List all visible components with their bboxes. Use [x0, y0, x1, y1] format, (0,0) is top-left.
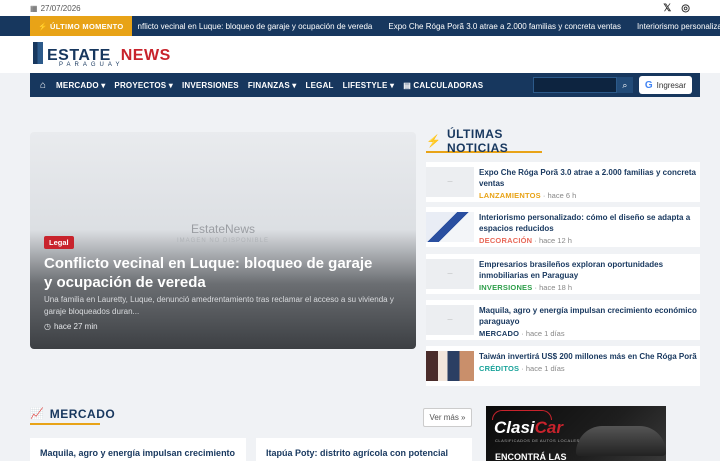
news-thumbnail: —: [426, 259, 474, 289]
ad-tagline: CLASIFICADOS DE AUTOS LOCALES: [495, 438, 580, 443]
news-item[interactable]: — Empresarios brasileños exploran oportu…: [426, 254, 700, 294]
news-time: hace 1 días: [525, 364, 565, 373]
mercado-card-title[interactable]: Itapúa Poty: distrito agrícola con poten…: [266, 448, 448, 458]
ticker-item[interactable]: Expo Che Róga Porã 3.0 atrae a 2.000 fam…: [388, 22, 621, 31]
clasicar-ad-banner[interactable]: ClasiCar CLASIFICADOS DE AUTOS LOCALES E…: [486, 406, 666, 461]
news-thumbnail: [426, 212, 474, 242]
hero-title[interactable]: Conflicto vecinal en Luque: bloqueo de g…: [44, 254, 374, 292]
bolt-icon: ⚡: [426, 133, 441, 148]
breaking-news-bar: ⚡ ÚLTIMO MOMENTO nflicto vecinal en Luqu…: [0, 16, 720, 36]
logo-word-news: NEWS: [120, 47, 171, 64]
breaking-ticker: nflicto vecinal en Luque: bloqueo de gar…: [132, 22, 720, 31]
top-bar: ▦ 27/07/2026 𝕏 ◎: [0, 0, 720, 16]
news-category[interactable]: MERCADO: [479, 329, 519, 338]
nav-item-proyectos[interactable]: PROYECTOS ▾: [114, 81, 173, 90]
nav-item-legal[interactable]: LEGAL: [306, 81, 334, 90]
building-logo-icon: [33, 42, 43, 64]
news-title[interactable]: Taiwán invertirá US$ 200 millones más en…: [479, 351, 697, 362]
search-input[interactable]: [532, 77, 617, 93]
home-icon[interactable]: ⌂: [40, 80, 46, 91]
login-label: Ingresar: [656, 80, 686, 90]
search-icon[interactable]: ⌕: [616, 77, 633, 93]
x-icon[interactable]: 𝕏: [663, 3, 671, 14]
mercado-card[interactable]: Itapúa Poty: distrito agrícola con poten…: [256, 438, 472, 461]
news-meta: INVERSIONES · hace 18 h: [479, 283, 573, 292]
news-meta: MERCADO · hace 1 días: [479, 329, 565, 338]
search-form: ⌕: [532, 77, 633, 93]
see-more-button[interactable]: Ver más »: [423, 408, 472, 427]
hero-excerpt: Una familia en Lauretty, Luque, denunció…: [44, 295, 394, 316]
news-meta: CRÉDITOS · hace 1 días: [479, 364, 565, 373]
ticker-item[interactable]: Interiorismo personalizado: [637, 22, 720, 31]
site-header: ESTATE NEWS PARAGUAY: [0, 36, 720, 73]
news-meta: DECORACIÓN · hace 12 h: [479, 236, 572, 245]
chart-line-icon: 📈: [30, 408, 44, 420]
current-date: 27/07/2026: [40, 3, 81, 13]
news-item[interactable]: Taiwán invertirá US$ 200 millones más en…: [426, 346, 700, 386]
login-button[interactable]: G Ingresar: [638, 76, 692, 94]
news-meta: LANZAMIENTOS · hace 6 h: [479, 191, 577, 200]
news-title[interactable]: Empresarios brasileños exploran oportuni…: [479, 259, 700, 281]
google-icon: G: [644, 79, 653, 91]
news-category[interactable]: LANZAMIENTOS: [479, 191, 541, 200]
calendar-icon: ▦: [30, 3, 38, 13]
news-category[interactable]: CRÉDITOS: [479, 364, 519, 373]
social-links: 𝕏 ◎: [663, 3, 690, 14]
nav-item-lifestyle[interactable]: LIFESTYLE ▾: [343, 81, 395, 90]
news-item[interactable]: — Expo Che Róga Porã 3.0 atrae a 2.000 f…: [426, 162, 700, 202]
breaking-label: ⚡ ÚLTIMO MOMENTO: [30, 16, 132, 36]
news-time: hace 6 h: [547, 191, 577, 200]
news-item[interactable]: Interiorismo personalizado: cómo el dise…: [426, 207, 700, 247]
logo-subtitle: PARAGUAY: [59, 62, 124, 68]
news-time: hace 1 días: [525, 329, 565, 338]
nav-item-mercado[interactable]: MERCADO ▾: [56, 81, 105, 90]
car-illustration: [576, 426, 666, 456]
news-time: hace 12 h: [538, 236, 572, 245]
date-display: ▦ 27/07/2026: [30, 4, 81, 13]
news-thumbnail: [426, 351, 474, 381]
mercado-card-title[interactable]: Maquila, agro y energía impulsan crecimi…: [40, 448, 235, 458]
latest-news-heading: ⚡ ÚLTIMAS NOTICIAS: [426, 127, 542, 155]
main-nav: ⌂ MERCADO ▾ PROYECTOS ▾ INVERSIONES FINA…: [30, 73, 700, 97]
hero-category-badge[interactable]: Legal: [44, 236, 74, 249]
mercado-heading: 📈 MERCADO: [30, 404, 115, 425]
ad-cta: ENCONTRÁ LAS: [495, 452, 567, 461]
bolt-icon: ⚡: [38, 21, 51, 31]
hero-article[interactable]: EstateNews IMAGEN NO DISPONIBLE Legal Co…: [30, 132, 416, 349]
instagram-icon[interactable]: ◎: [681, 3, 690, 14]
hero-watermark-sub: IMAGEN NO DISPONIBLE: [176, 238, 269, 244]
nav-item-inversiones[interactable]: INVERSIONES: [182, 81, 239, 90]
news-time: hace 18 h: [539, 283, 573, 292]
news-category[interactable]: INVERSIONES: [479, 283, 532, 292]
news-item[interactable]: — Maquila, agro y energía impulsan creci…: [426, 300, 700, 340]
nav-item-finanzas[interactable]: FINANZAS ▾: [248, 81, 297, 90]
site-logo[interactable]: ESTATE NEWS PARAGUAY: [33, 42, 171, 68]
news-title[interactable]: Expo Che Róga Porã 3.0 atrae a 2.000 fam…: [479, 167, 700, 189]
ad-brand: ClasiCar: [494, 418, 563, 437]
clock-icon: ◷: [44, 322, 51, 331]
hero-watermark: EstateNews: [190, 222, 256, 236]
hero-time: ◷ hace 27 min: [44, 322, 98, 331]
ticker-item[interactable]: nflicto vecinal en Luque: bloqueo de gar…: [138, 22, 373, 31]
mercado-card[interactable]: Maquila, agro y energía impulsan crecimi…: [30, 438, 246, 461]
news-title[interactable]: Maquila, agro y energía impulsan crecimi…: [479, 305, 700, 327]
nav-item-calculadoras[interactable]: ▤ CALCULADORAS: [403, 81, 483, 90]
news-category[interactable]: DECORACIÓN: [479, 236, 532, 245]
news-title[interactable]: Interiorismo personalizado: cómo el dise…: [479, 212, 700, 234]
news-thumbnail: —: [426, 305, 474, 335]
news-thumbnail: —: [426, 167, 474, 197]
calculator-icon: ▤: [403, 80, 414, 90]
